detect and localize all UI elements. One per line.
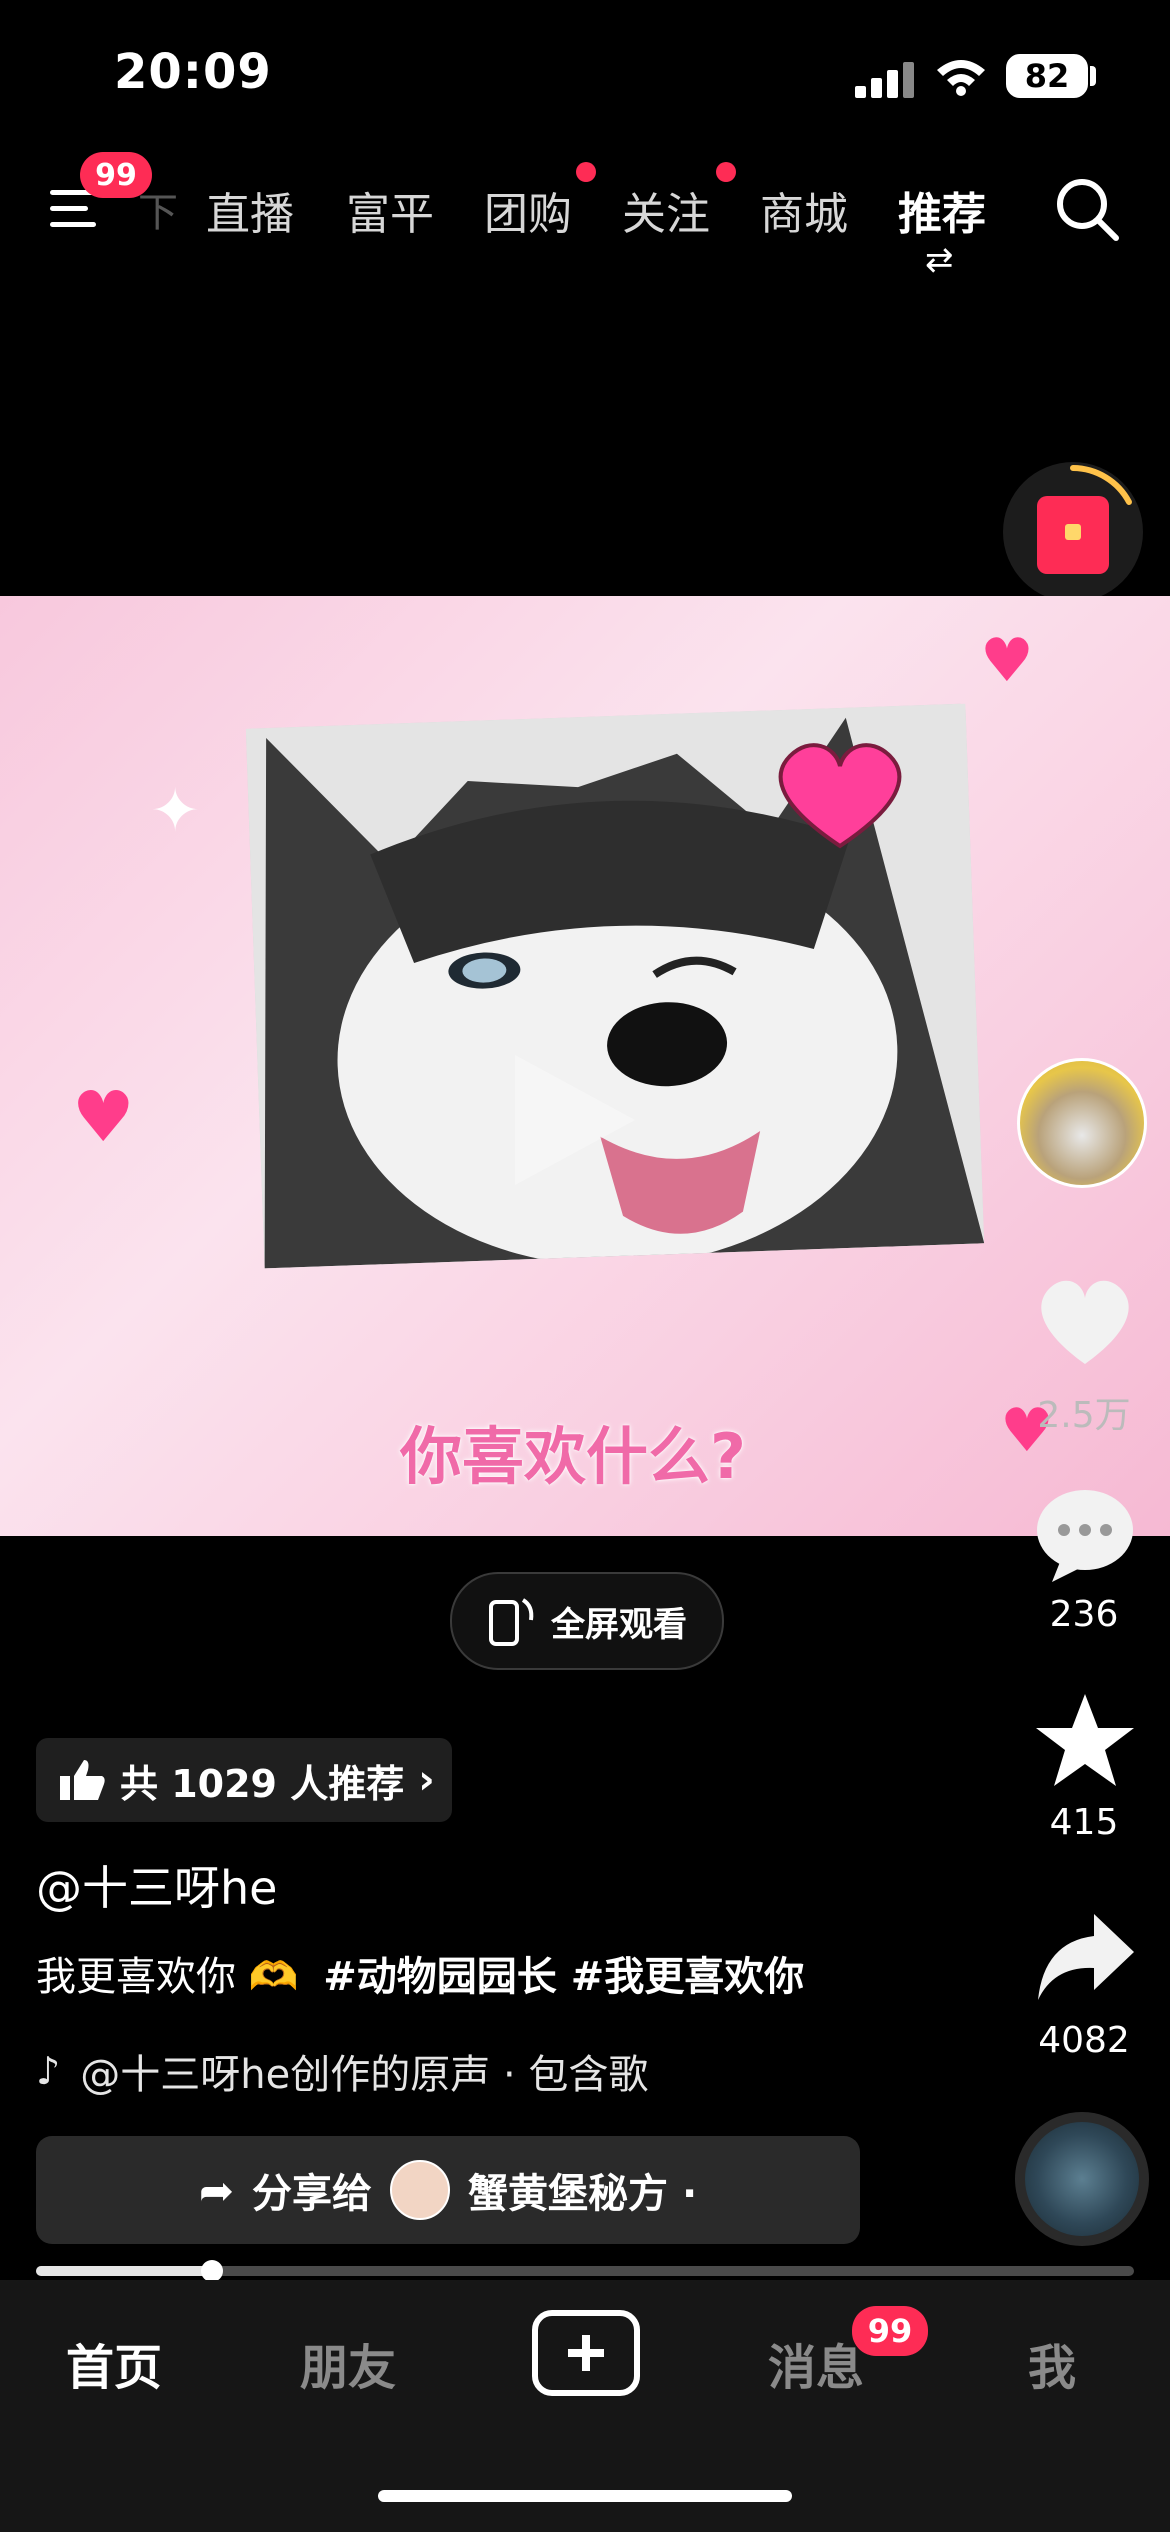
share-icon[interactable] — [1030, 1906, 1140, 2006]
tab-friends[interactable]: 朋友 — [300, 2328, 396, 2398]
share-to-friend-button[interactable]: ➦ 分享给 蟹黄堡秘方 · — [36, 2136, 860, 2244]
progress-fill — [36, 2266, 212, 2276]
battery-cap — [1090, 66, 1096, 86]
video-description: 我更喜欢你 🫶 #动物园园长 #我更喜欢你 — [36, 1944, 804, 2002]
tab-faded[interactable]: 下 — [138, 180, 178, 238]
chevron-right-icon: › — [418, 1757, 435, 1803]
progress-thumb[interactable] — [200, 2260, 223, 2282]
thumbs-up-icon — [60, 1760, 105, 1800]
share-label: 分享给 — [252, 2171, 373, 2217]
recommend-pill[interactable]: 共 1029 人推荐 › — [36, 1738, 452, 1822]
battery-icon: 82 — [1006, 54, 1088, 98]
favorite-count: 415 — [1049, 1802, 1119, 1843]
tab-mall[interactable]: 商城 — [760, 178, 848, 242]
video-caption: 你喜欢什么? — [400, 1420, 746, 1493]
battery-level: 82 — [1024, 57, 1070, 95]
tab-messages[interactable]: 消息 — [768, 2328, 864, 2398]
heart-hands-icon: 🫶 — [248, 1954, 299, 2000]
fullscreen-button[interactable]: 全屏观看 — [450, 1572, 724, 1670]
share-target: 蟹黄堡秘方 · — [468, 2171, 698, 2217]
groupbuy-dot — [576, 162, 596, 182]
music-note-icon: ♪ — [36, 2049, 61, 2093]
red-envelope-icon — [1037, 496, 1109, 574]
rotate-screen-icon — [489, 1598, 534, 1646]
description-text: 我更喜欢你 — [36, 1954, 236, 2000]
recommend-label: 共 1029 人推荐 — [120, 1761, 405, 1806]
music-disc[interactable] — [1015, 2112, 1149, 2246]
heart-decoration-icon: ♥ — [72, 1076, 135, 1158]
play-icon[interactable] — [505, 1045, 645, 1195]
following-dot — [716, 162, 736, 182]
comment-icon[interactable] — [1030, 1484, 1140, 1584]
music-label: @十三呀he创作的原声 · 包含歌 — [80, 2052, 649, 2098]
star-decoration-icon: ✦ — [150, 776, 201, 846]
star-icon[interactable] — [1030, 1690, 1140, 1790]
music-info[interactable]: ♪ @十三呀he创作的原声 · 包含歌 — [36, 2042, 648, 2100]
search-icon[interactable] — [1054, 176, 1120, 242]
tab-home[interactable]: 首页 — [66, 2328, 162, 2398]
friend-avatar — [390, 2160, 451, 2220]
author-name[interactable]: @十三呀he — [36, 1852, 277, 1918]
heart-icon[interactable] — [1030, 1272, 1140, 1372]
hashtags[interactable]: #动物园园长 #我更喜欢你 — [323, 1954, 804, 2000]
heart-decoration-icon: ♥ — [980, 626, 1034, 696]
red-packet-button[interactable] — [1003, 462, 1143, 602]
big-heart-icon — [778, 743, 902, 849]
home-indicator — [378, 2490, 792, 2502]
author-avatar[interactable] — [1017, 1058, 1147, 1188]
add-button[interactable] — [532, 2310, 640, 2396]
comment-count: 236 — [1049, 1594, 1119, 1635]
status-time: 20:09 — [114, 44, 272, 100]
like-count: 2.5万 — [1037, 1395, 1131, 1436]
tab-recommend[interactable]: 推荐 — [898, 178, 986, 242]
tab-groupbuy[interactable]: 团购 — [484, 178, 572, 242]
tab-me[interactable]: 我 — [1028, 2328, 1076, 2398]
share-count: 4082 — [1038, 2020, 1130, 2061]
messages-badge: 99 — [852, 2306, 928, 2356]
fullscreen-label: 全屏观看 — [551, 1604, 687, 1645]
tab-following[interactable]: 关注 — [622, 178, 710, 242]
plus-icon — [568, 2335, 604, 2371]
share-arrow-icon: ➦ — [198, 2165, 235, 2215]
wifi-icon — [937, 60, 985, 96]
tab-fuping[interactable]: 富平 — [346, 178, 434, 242]
signal-icon — [855, 60, 915, 98]
tab-live[interactable]: 直播 — [206, 178, 294, 242]
swap-icon: ⇄ — [925, 240, 954, 280]
